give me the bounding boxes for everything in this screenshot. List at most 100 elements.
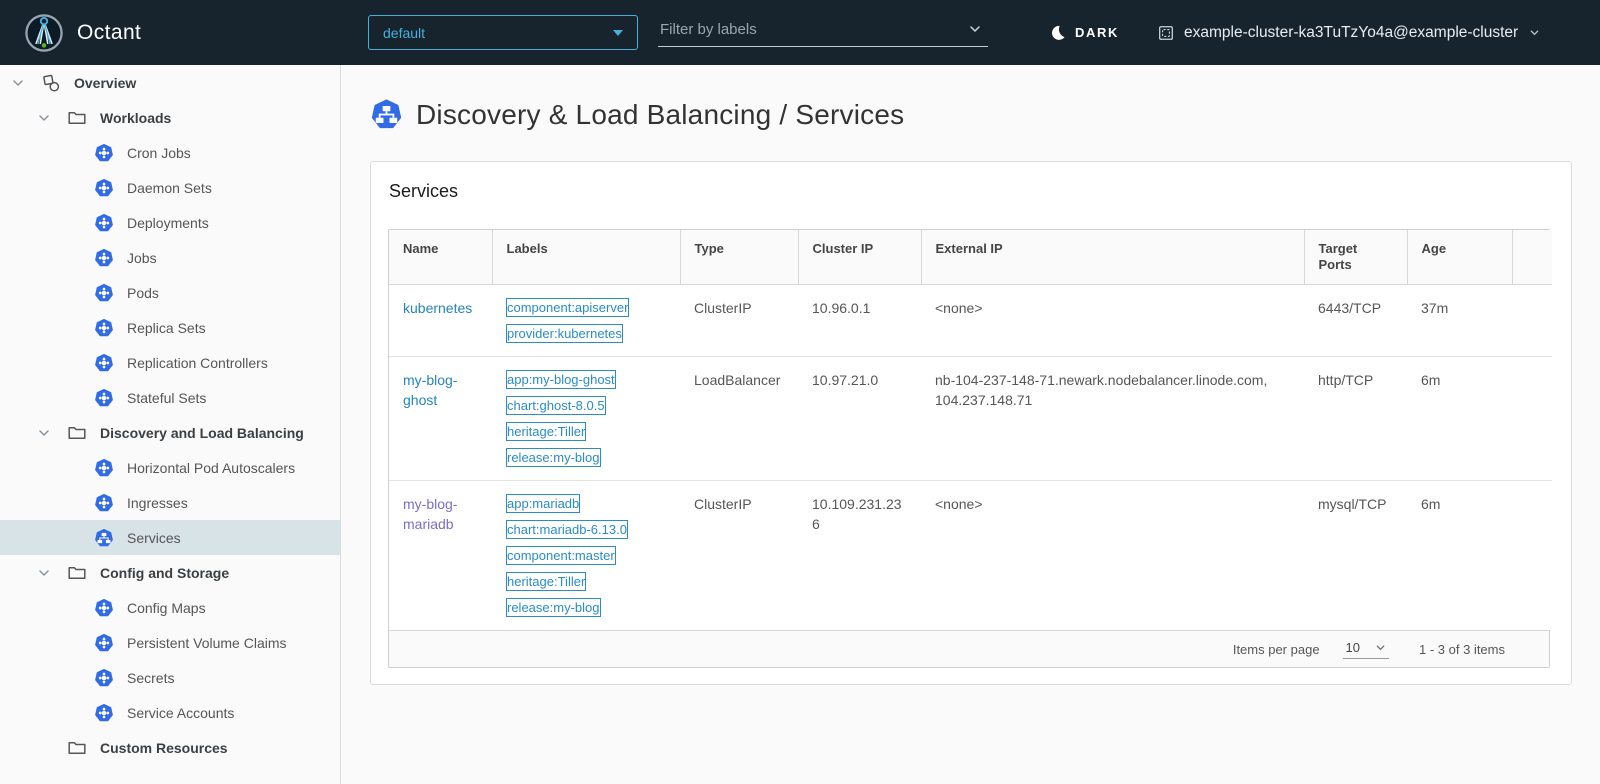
cluster-ip-cell: 10.96.0.1 bbox=[798, 285, 921, 357]
sidebar-item-pods[interactable]: Pods bbox=[0, 275, 340, 310]
secrets-icon bbox=[94, 668, 114, 688]
sidebar-item-label: Overview bbox=[74, 75, 136, 91]
persistent-volume-claims-icon bbox=[94, 633, 114, 653]
sidebar-item-label: Workloads bbox=[100, 110, 171, 126]
namespace-select-value: default bbox=[383, 25, 425, 41]
label-badge: component:master bbox=[506, 546, 616, 565]
sidebar-item-persistent-volume-claims[interactable]: Persistent Volume Claims bbox=[0, 625, 340, 660]
service-link[interactable]: kubernetes bbox=[403, 300, 472, 316]
sidebar-item-jobs[interactable]: Jobs bbox=[0, 240, 340, 275]
items-per-page-label: Items per page bbox=[1233, 642, 1320, 657]
label-badge: chart:ghost-8.0.5 bbox=[506, 396, 606, 415]
label-badge: heritage:Tiller bbox=[506, 572, 586, 591]
cluster-context-label: example-cluster-ka3TuTzYo4a@example-clus… bbox=[1184, 24, 1518, 42]
cluster-ip-cell: 10.97.21.0 bbox=[798, 357, 921, 481]
deployments-icon bbox=[94, 213, 114, 233]
sidebar-item-label: Horizontal Pod Autoscalers bbox=[127, 460, 295, 476]
column-header-age: Age bbox=[1407, 230, 1512, 285]
column-header-target-ports: Target Ports bbox=[1304, 230, 1407, 285]
sidebar-item-config-maps[interactable]: Config Maps bbox=[0, 590, 340, 625]
sidebar-item-replica-sets[interactable]: Replica Sets bbox=[0, 310, 340, 345]
sidebar-item-label: Persistent Volume Claims bbox=[127, 635, 287, 651]
jobs-icon bbox=[94, 248, 114, 268]
top-header: Octant default DARK example-cluster-ka3T… bbox=[0, 0, 1600, 65]
sidebar-item-overview[interactable]: Overview bbox=[0, 65, 340, 100]
services-card: Services NameLabelsTypeCluster IPExterna… bbox=[370, 161, 1572, 685]
sidebar-item-label: Services bbox=[127, 530, 181, 546]
config-maps-icon bbox=[94, 598, 114, 618]
page-size-select[interactable]: 10 bbox=[1343, 640, 1389, 659]
spacer-cell bbox=[1512, 481, 1552, 631]
column-header-cluster-ip: Cluster IP bbox=[798, 230, 921, 285]
theme-toggle[interactable]: DARK bbox=[1049, 0, 1119, 65]
context-caret-icon bbox=[1529, 27, 1540, 38]
age-cell: 6m bbox=[1407, 357, 1512, 481]
sidebar-item-label: Config and Storage bbox=[100, 565, 229, 581]
service-link[interactable]: my-blog-ghost bbox=[403, 372, 457, 408]
label-filter bbox=[658, 16, 988, 47]
filter-caret-icon[interactable] bbox=[968, 22, 982, 36]
sidebar-item-service-accounts[interactable]: Service Accounts bbox=[0, 695, 340, 730]
sidebar-item-deployments[interactable]: Deployments bbox=[0, 205, 340, 240]
label-filter-input[interactable] bbox=[658, 21, 968, 42]
sidebar-item-horizontal-pod-autoscalers[interactable]: Horizontal Pod Autoscalers bbox=[0, 450, 340, 485]
namespace-caret-icon bbox=[613, 30, 623, 36]
sidebar-item-secrets[interactable]: Secrets bbox=[0, 660, 340, 695]
name-cell: my-blog-ghost bbox=[389, 357, 492, 481]
column-header-external-ip: External IP bbox=[921, 230, 1304, 285]
sidebar-item-discovery-and-load-balancing[interactable]: Discovery and Load Balancing bbox=[0, 415, 340, 450]
horizontal-pod-autoscalers-icon bbox=[94, 458, 114, 478]
sidebar-item-services[interactable]: Services bbox=[0, 520, 340, 555]
name-cell: my-blog-mariadb bbox=[389, 481, 492, 631]
label-badge: heritage:Tiller bbox=[506, 422, 586, 441]
labels-cell: component:apiserverprovider:kubernetes bbox=[492, 285, 680, 357]
sidebar-item-label: Pods bbox=[127, 285, 159, 301]
target-ports-cell: mysql/TCP bbox=[1304, 481, 1407, 631]
column-header-spacer bbox=[1512, 230, 1552, 285]
label-badge: app:my-blog-ghost bbox=[506, 370, 616, 389]
sidebar-item-config-and-storage[interactable]: Config and Storage bbox=[0, 555, 340, 590]
cluster-ip-cell: 10.109.231.236 bbox=[798, 481, 921, 631]
chevron-down-icon[interactable] bbox=[38, 427, 50, 439]
sidebar-item-label: Stateful Sets bbox=[127, 390, 206, 406]
labels-cell: app:my-blog-ghost chart:ghost-8.0.5 herita… bbox=[492, 357, 680, 481]
spacer-cell bbox=[1512, 357, 1552, 481]
main-content: Discovery & Load Balancing / Services Se… bbox=[341, 65, 1600, 784]
folder-icon bbox=[67, 108, 87, 128]
sidebar-item-replication-controllers[interactable]: Replication Controllers bbox=[0, 345, 340, 380]
sidebar-item-label: Cron Jobs bbox=[127, 145, 191, 161]
labels-cell: app:mariadbchart:mariadb-6.13.0component… bbox=[492, 481, 680, 631]
type-cell: ClusterIP bbox=[680, 285, 798, 357]
services-table: NameLabelsTypeCluster IPExternal IPTarge… bbox=[389, 230, 1552, 630]
sidebar-item-daemon-sets[interactable]: Daemon Sets bbox=[0, 170, 340, 205]
card-title: Services bbox=[389, 181, 1550, 202]
column-header-type: Type bbox=[680, 230, 798, 285]
table-header-row: NameLabelsTypeCluster IPExternal IPTarge… bbox=[389, 230, 1552, 285]
stateful-sets-icon bbox=[94, 388, 114, 408]
namespace-select[interactable]: default bbox=[368, 15, 638, 50]
chevron-down-icon[interactable] bbox=[12, 77, 24, 89]
target-ports-cell: http/TCP bbox=[1304, 357, 1407, 481]
pods-icon bbox=[94, 283, 114, 303]
sidebar-item-label: Service Accounts bbox=[127, 705, 234, 721]
external-ip-cell: <none> bbox=[921, 481, 1304, 631]
service-link[interactable]: my-blog-mariadb bbox=[403, 496, 457, 532]
sidebar-item-custom-resources[interactable]: Custom Resources bbox=[0, 730, 340, 765]
pagination-range-label: 1 - 3 of 3 items bbox=[1419, 642, 1505, 657]
sidebar-item-label: Replication Controllers bbox=[127, 355, 268, 371]
external-ip-cell: nb-104-237-148-71.newark.nodebalancer.li… bbox=[921, 357, 1304, 481]
chevron-down-icon[interactable] bbox=[38, 112, 50, 124]
sidebar-item-ingresses[interactable]: Ingresses bbox=[0, 485, 340, 520]
cluster-icon bbox=[1157, 24, 1175, 42]
chevron-down-icon[interactable] bbox=[38, 567, 50, 579]
age-cell: 6m bbox=[1407, 481, 1512, 631]
name-cell: kubernetes bbox=[389, 285, 492, 357]
sidebar-item-cron-jobs[interactable]: Cron Jobs bbox=[0, 135, 340, 170]
sidebar-item-workloads[interactable]: Workloads bbox=[0, 100, 340, 135]
objects-icon bbox=[41, 73, 61, 93]
sidebar-item-stateful-sets[interactable]: Stateful Sets bbox=[0, 380, 340, 415]
services-datagrid: NameLabelsTypeCluster IPExternal IPTarge… bbox=[388, 229, 1550, 668]
folder-icon bbox=[67, 563, 87, 583]
sidebar-item-label: Deployments bbox=[127, 215, 209, 231]
cluster-context-selector[interactable]: example-cluster-ka3TuTzYo4a@example-clus… bbox=[1157, 0, 1540, 65]
